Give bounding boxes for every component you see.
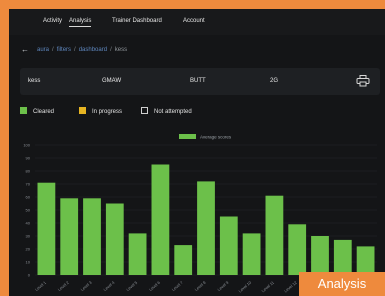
y-tick-label: 50 — [26, 208, 31, 213]
filter-name: kess — [28, 78, 41, 84]
x-tick-label: Level 1 — [34, 279, 48, 292]
bar — [128, 233, 147, 275]
filter-joint: BUTT — [190, 78, 206, 84]
x-tick-label: Level 11 — [260, 279, 275, 293]
legend-label: Cleared — [33, 109, 55, 115]
y-tick-label: 30 — [26, 234, 31, 239]
breadcrumb-separator: / — [110, 47, 112, 53]
y-tick-label: 90 — [26, 156, 31, 161]
x-tick-label: Level 2 — [57, 279, 71, 292]
y-tick-label: 10 — [26, 260, 31, 265]
chart-legend-swatch — [179, 134, 196, 139]
bar — [265, 195, 284, 275]
analysis-badge: Analysis — [299, 272, 385, 296]
legend-swatch — [79, 107, 86, 114]
bar — [219, 216, 238, 275]
bar — [356, 246, 375, 275]
y-tick-label: 0 — [28, 273, 31, 278]
y-tick-label: 40 — [26, 221, 31, 226]
y-tick-label: 100 — [23, 143, 30, 148]
legend-label: In progress — [92, 109, 123, 115]
bar — [197, 181, 215, 275]
filter-position: 2G — [270, 78, 279, 84]
breadcrumb-filters[interactable]: filters — [57, 47, 71, 53]
tab-account[interactable]: Account — [183, 18, 205, 24]
breadcrumb-separator: / — [52, 47, 54, 53]
tab-analysis[interactable]: Analysis — [69, 18, 92, 27]
app-window: Activity Analysis Trainer Dashboard Acco… — [9, 9, 385, 296]
legend-item-not-attempted: Not attempted — [141, 107, 192, 115]
bar — [105, 203, 124, 275]
bar — [174, 245, 193, 275]
bar — [151, 164, 170, 275]
legend-swatch — [20, 107, 27, 114]
y-tick-label: 70 — [26, 182, 31, 187]
y-tick-label: 60 — [26, 195, 31, 200]
top-navigation: Activity Analysis Trainer Dashboard Acco… — [9, 9, 385, 35]
breadcrumb-aura[interactable]: aura — [37, 47, 49, 53]
y-tick-label: 20 — [26, 247, 31, 252]
x-tick-label: Level 6 — [148, 279, 162, 292]
bar — [60, 198, 79, 275]
filter-process: GMAW — [102, 78, 122, 84]
tab-activity[interactable]: Activity — [43, 18, 62, 24]
chart-legend-label: Average scores — [200, 135, 232, 140]
x-tick-label: Level 9 — [216, 279, 230, 292]
bar — [311, 236, 329, 275]
x-tick-label: Level 7 — [171, 279, 185, 292]
legend-label: Not attempted — [154, 109, 192, 115]
x-tick-label: Level 8 — [194, 279, 208, 292]
bar — [288, 224, 307, 275]
tab-trainer-dashboard[interactable]: Trainer Dashboard — [112, 18, 162, 24]
legend-swatch — [141, 107, 148, 114]
x-tick-label: Level 3 — [80, 279, 94, 292]
printer-icon[interactable] — [356, 75, 370, 87]
legend-item-cleared: Cleared — [20, 107, 54, 115]
filter-bar: kess GMAW BUTT 2G — [20, 68, 380, 95]
breadcrumb-dashboard[interactable]: dashboard — [79, 47, 107, 53]
average-scores-chart: 0 10 20 30 40 50 60 70 80 90 100 Level 1 Level 2 Leve… — [23, 134, 377, 293]
legend-item-in-progress: In progress — [79, 107, 122, 115]
bar — [242, 233, 261, 275]
bar — [83, 198, 101, 275]
x-tick-label: Level 10 — [237, 279, 252, 293]
y-tick-label: 80 — [26, 169, 31, 174]
breadcrumb-current: kess — [114, 47, 128, 53]
bar — [37, 182, 56, 275]
back-arrow-icon[interactable]: ← — [21, 45, 29, 54]
x-tick-label: Level 12 — [283, 279, 298, 293]
bar — [333, 239, 352, 275]
breadcrumb-separator: / — [74, 47, 76, 53]
x-tick-label: Level 4 — [102, 279, 116, 292]
x-tick-label: Level 5 — [125, 279, 139, 292]
breadcrumb: ← aura / filters / dashboard / kess — [21, 45, 127, 54]
